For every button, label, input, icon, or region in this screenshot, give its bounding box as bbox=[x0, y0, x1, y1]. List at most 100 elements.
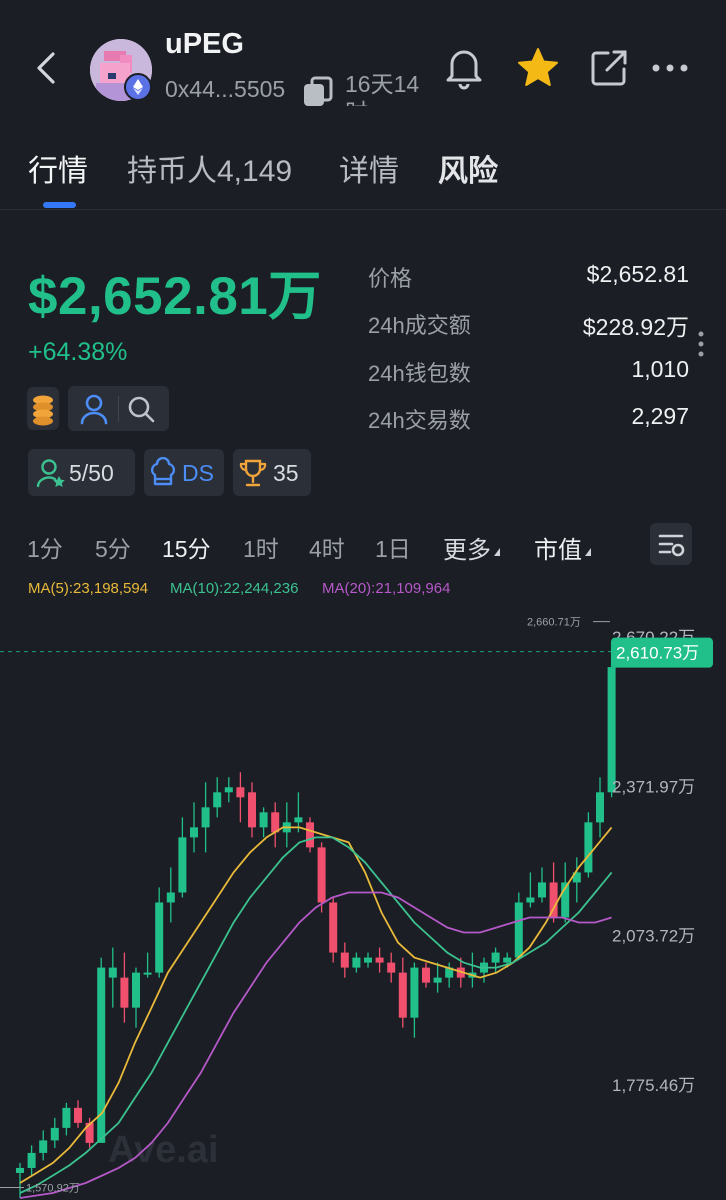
candle-body bbox=[526, 897, 535, 903]
back-button[interactable] bbox=[30, 48, 64, 88]
y-axis-tick-label: 1,775.46万 bbox=[612, 1076, 695, 1095]
timeframe-4h[interactable]: 4时 bbox=[309, 530, 345, 564]
candlestick-chart[interactable]: Ave.ai2,670.22万2,371.97万2,073.72万1,775.4… bbox=[0, 600, 726, 1200]
candle-body bbox=[236, 787, 245, 798]
coins-icon bbox=[33, 395, 53, 426]
candle-body bbox=[607, 667, 616, 793]
candle-body bbox=[317, 847, 326, 903]
metric-dropdown[interactable]: 市值 bbox=[534, 530, 591, 565]
candle-body bbox=[503, 957, 512, 963]
y-axis-tick-label: 2,371.97万 bbox=[612, 777, 695, 796]
candle-body bbox=[201, 807, 210, 828]
token-name: uPEG bbox=[165, 28, 244, 60]
candle-body bbox=[166, 892, 175, 903]
chart-settings-button[interactable] bbox=[650, 523, 692, 565]
timeframe-more-label: 更多 bbox=[443, 537, 491, 564]
candle-body bbox=[178, 837, 187, 893]
candle-body bbox=[306, 822, 314, 848]
candle-body bbox=[224, 787, 233, 793]
candle-body bbox=[398, 972, 407, 1018]
timeframe-5m[interactable]: 5分 bbox=[95, 530, 131, 564]
candle-body bbox=[50, 1127, 59, 1141]
stat-label-wallets: 24h钱包数 bbox=[368, 361, 471, 386]
star-icon[interactable] bbox=[515, 45, 561, 91]
candle-body bbox=[143, 972, 152, 975]
candle-body bbox=[491, 952, 500, 963]
candle-body bbox=[74, 1107, 82, 1123]
tab-holders[interactable]: 持币人4,149 bbox=[127, 146, 292, 190]
chain-eth-icon bbox=[124, 73, 152, 101]
bell-icon[interactable] bbox=[442, 44, 486, 90]
ma20-legend: MA(20):21,109,964 bbox=[322, 580, 451, 597]
user-icon[interactable] bbox=[78, 392, 110, 426]
contract-address: 0x44...5505 bbox=[165, 76, 286, 102]
candle-body bbox=[259, 812, 268, 828]
candle-body bbox=[39, 1140, 48, 1153]
candle-body bbox=[155, 902, 164, 973]
timeframe-more-dropdown[interactable]: 更多 bbox=[443, 530, 500, 565]
chef-hat-icon bbox=[148, 456, 178, 489]
stat-value-volume: $228.92万 bbox=[582, 314, 689, 340]
dropdown-triangle-icon bbox=[585, 547, 591, 556]
candle-body bbox=[120, 977, 129, 1008]
stat-label-volume: 24h成交额 bbox=[368, 313, 471, 338]
tab-details[interactable]: 详情 bbox=[339, 146, 399, 190]
active-tab-indicator bbox=[43, 202, 76, 208]
holders-badge-text: 5/50 bbox=[69, 460, 114, 486]
stat-value-price: $2,652.81 bbox=[586, 261, 689, 287]
search-icon[interactable] bbox=[125, 392, 157, 426]
candle-body bbox=[340, 952, 349, 968]
stat-label-price: 价格 bbox=[368, 266, 413, 291]
ma10-legend: MA(10):22,244,236 bbox=[170, 580, 299, 597]
candle-body bbox=[364, 957, 372, 963]
vertical-dots-icon[interactable] bbox=[696, 330, 706, 358]
coins-button[interactable] bbox=[27, 387, 59, 430]
more-icon[interactable] bbox=[651, 58, 691, 78]
tab-risk[interactable]: 风险 bbox=[438, 146, 498, 190]
trophy-badge-text: 35 bbox=[273, 460, 299, 486]
price-change: +64.38% bbox=[28, 338, 128, 366]
ds-badge-text: DS bbox=[182, 460, 214, 486]
current-price-label: 2,610.73万 bbox=[616, 644, 699, 663]
token-age: 16天14时 bbox=[345, 71, 420, 106]
stat-label-txns: 24h交易数 bbox=[368, 408, 471, 433]
candle-body bbox=[294, 817, 303, 823]
chart-settings-icon bbox=[658, 534, 685, 557]
candle-body bbox=[596, 792, 604, 823]
candle-body bbox=[108, 967, 117, 978]
tab-market[interactable]: 行情 bbox=[28, 146, 88, 190]
timeframe-1h[interactable]: 1时 bbox=[243, 530, 279, 564]
stat-value-wallets: 1,010 bbox=[631, 356, 689, 382]
low-marker-label: 1,570.92万 bbox=[26, 1183, 80, 1195]
y-axis-tick-label: 2,073.72万 bbox=[612, 927, 695, 946]
candle-body bbox=[375, 957, 384, 963]
candle-body bbox=[190, 827, 198, 838]
candle-body bbox=[538, 882, 546, 898]
dropdown-triangle-icon bbox=[494, 547, 500, 556]
divider bbox=[0, 209, 726, 210]
candle-body bbox=[16, 1167, 24, 1173]
candle-body bbox=[584, 822, 593, 873]
timeframe-1d[interactable]: 1日 bbox=[375, 530, 411, 564]
timeframe-15m[interactable]: 15分 bbox=[162, 530, 211, 564]
candle-body bbox=[422, 967, 430, 983]
candle-body bbox=[329, 902, 338, 953]
candle-body bbox=[514, 902, 523, 958]
candle-body bbox=[62, 1107, 71, 1128]
ma5-legend: MA(5):23,198,594 bbox=[28, 580, 149, 597]
candle-body bbox=[27, 1152, 36, 1168]
candle-body bbox=[387, 962, 396, 973]
candle-body bbox=[132, 972, 140, 1008]
candle-body bbox=[410, 967, 419, 1018]
timeframe-1m[interactable]: 1分 bbox=[27, 530, 63, 564]
candle-body bbox=[213, 792, 222, 808]
trophy-icon bbox=[238, 457, 268, 489]
candle-body bbox=[248, 792, 256, 828]
share-icon[interactable] bbox=[588, 47, 630, 89]
candle-body bbox=[352, 957, 361, 968]
market-cap-value: $2,652.81万 bbox=[28, 267, 322, 326]
copy-icon[interactable] bbox=[301, 75, 335, 109]
stat-value-txns: 2,297 bbox=[631, 403, 689, 429]
chevron-left-icon bbox=[37, 52, 55, 84]
user-star-icon bbox=[36, 457, 66, 489]
